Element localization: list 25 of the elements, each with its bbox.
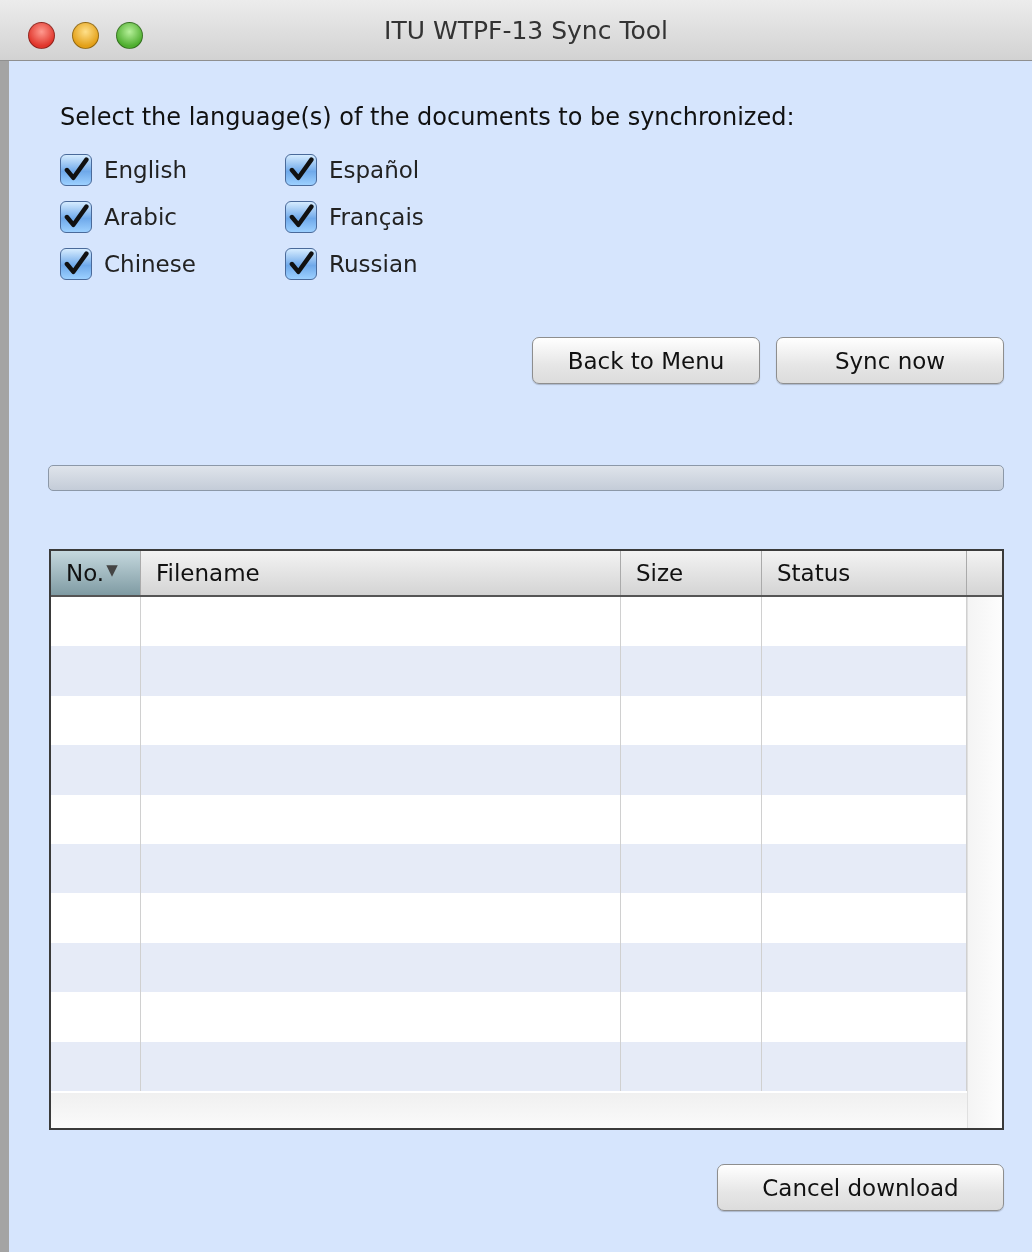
zoom-button[interactable] bbox=[116, 22, 143, 49]
checkbox[interactable] bbox=[285, 154, 317, 186]
horizontal-scrollbar[interactable] bbox=[51, 1090, 967, 1128]
close-button[interactable] bbox=[28, 22, 55, 49]
checkbox[interactable] bbox=[60, 154, 92, 186]
checkbox-label: Russian bbox=[329, 251, 418, 277]
checkbox[interactable] bbox=[60, 248, 92, 280]
checkbox[interactable] bbox=[285, 248, 317, 280]
checkbox[interactable] bbox=[60, 201, 92, 233]
checkbox-label: Arabic bbox=[104, 204, 177, 230]
checkbox-label: Français bbox=[329, 204, 424, 230]
sync-button[interactable]: Sync now bbox=[776, 337, 1004, 384]
column-header[interactable]: Filename bbox=[141, 551, 621, 595]
back-button[interactable]: Back to Menu bbox=[532, 337, 760, 384]
column-header[interactable]: Status bbox=[762, 551, 967, 595]
minimize-button[interactable] bbox=[72, 22, 99, 49]
checkbox[interactable] bbox=[285, 201, 317, 233]
checkbox-label: Chinese bbox=[104, 251, 196, 277]
prompt-text: Select the language(s) of the documents to be synchronized: bbox=[60, 103, 796, 131]
cancel-button[interactable]: Cancel download bbox=[717, 1164, 1004, 1211]
checkbox-label: Español bbox=[329, 157, 420, 183]
checkbox-label: English bbox=[104, 157, 188, 183]
column-header[interactable]: No.▼ bbox=[51, 551, 141, 595]
window-title: ITU WTPF-13 Sync Tool bbox=[384, 15, 668, 45]
column-header[interactable]: Size bbox=[621, 551, 762, 595]
